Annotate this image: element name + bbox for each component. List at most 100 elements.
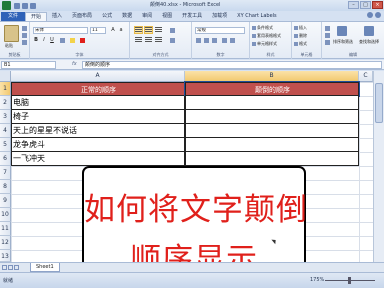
save-icon[interactable] xyxy=(14,2,20,9)
row-header[interactable]: 9 xyxy=(0,194,11,208)
format-cells-button[interactable]: 格式 xyxy=(294,41,307,47)
table-cell[interactable]: 天上的星星不说话 xyxy=(11,124,185,138)
format-as-table-button[interactable]: 套用表格格式 xyxy=(252,33,281,39)
number-format-combo[interactable]: 常规 xyxy=(195,27,245,34)
maximize-button[interactable]: □ xyxy=(360,1,371,9)
sheet-tab-1[interactable]: Sheet1 xyxy=(30,263,60,272)
font-size-combo[interactable]: 11 xyxy=(90,27,106,34)
table-cell[interactable] xyxy=(185,138,359,152)
find-select-icon[interactable] xyxy=(364,26,374,36)
wrap-text-icon[interactable] xyxy=(170,28,175,33)
row-header[interactable]: 1 xyxy=(0,82,11,96)
redo-icon[interactable] xyxy=(30,2,36,9)
tab-file[interactable]: 文件 xyxy=(1,12,26,21)
fill-color-icon[interactable] xyxy=(70,38,75,43)
row-header[interactable]: 2 xyxy=(0,96,11,110)
conditional-formatting-button[interactable]: 条件格式 xyxy=(252,25,273,31)
tab-formulas[interactable]: 公式 xyxy=(97,12,117,21)
merge-center-icon[interactable] xyxy=(170,38,175,43)
shrink-font-icon[interactable]: a xyxy=(118,27,124,33)
font-color-icon[interactable] xyxy=(80,38,85,43)
undo-icon[interactable] xyxy=(22,2,28,9)
formula-input[interactable]: 颠倒的顺序 xyxy=(82,61,382,69)
row-header[interactable]: 10 xyxy=(0,208,11,222)
name-box[interactable]: B1 xyxy=(1,61,56,69)
row-header[interactable]: 4 xyxy=(0,124,11,138)
table-cell[interactable] xyxy=(185,124,359,138)
percent-icon[interactable] xyxy=(204,38,209,43)
tab-addins[interactable]: 加载项 xyxy=(207,12,232,21)
vertical-scrollbar[interactable] xyxy=(373,71,384,262)
row-header[interactable]: 11 xyxy=(0,222,11,236)
insert-cells-button[interactable]: 插入 xyxy=(294,25,307,31)
row-header[interactable]: 7 xyxy=(0,166,11,180)
tab-review[interactable]: 审阅 xyxy=(137,12,157,21)
font-name-combo[interactable]: 宋体 xyxy=(33,27,88,34)
table-cell[interactable] xyxy=(185,96,359,110)
select-all-corner[interactable] xyxy=(0,71,11,82)
zoom-slider-knob[interactable] xyxy=(348,277,351,284)
close-button[interactable]: × xyxy=(372,1,383,9)
bold-icon[interactable]: B xyxy=(33,37,39,43)
bottom-align-icon[interactable] xyxy=(155,27,162,33)
fill-icon[interactable] xyxy=(325,33,330,38)
table-header-reversed[interactable]: 颠倒的顺序 xyxy=(184,81,360,97)
tab-data[interactable]: 数据 xyxy=(117,12,137,21)
clear-icon[interactable] xyxy=(325,40,330,45)
first-sheet-icon[interactable] xyxy=(2,265,7,270)
border-icon[interactable] xyxy=(60,38,65,43)
prev-sheet-icon[interactable] xyxy=(8,265,13,270)
column-header-b[interactable]: B xyxy=(185,71,359,82)
tab-insert[interactable]: 插入 xyxy=(47,12,67,21)
tab-developer[interactable]: 开发工具 xyxy=(177,12,207,21)
top-align-icon[interactable] xyxy=(134,26,143,34)
row-header[interactable]: 6 xyxy=(0,152,11,166)
autosum-icon[interactable] xyxy=(325,26,330,31)
tab-xy-chart-labels[interactable]: XY Chart Labels xyxy=(232,12,282,21)
row-header[interactable]: 8 xyxy=(0,180,11,194)
middle-align-icon[interactable] xyxy=(144,26,153,34)
delete-cells-button[interactable]: 删除 xyxy=(294,33,307,39)
column-header-a[interactable]: A xyxy=(11,71,185,82)
format-painter-icon[interactable] xyxy=(22,40,27,45)
tab-page-layout[interactable]: 页面布局 xyxy=(67,12,97,21)
row-header[interactable]: 3 xyxy=(0,110,11,124)
scrollbar-thumb[interactable] xyxy=(375,83,383,123)
help-icon[interactable] xyxy=(375,12,381,18)
increase-decimal-icon[interactable] xyxy=(222,38,227,43)
column-header-c[interactable]: C xyxy=(359,71,373,82)
align-center-icon[interactable] xyxy=(145,37,152,43)
grow-font-icon[interactable]: A xyxy=(110,27,116,33)
cut-icon[interactable] xyxy=(22,26,27,31)
table-cell[interactable] xyxy=(185,110,359,124)
table-cell[interactable]: 一飞冲天 xyxy=(11,152,185,166)
decrease-decimal-icon[interactable] xyxy=(230,38,235,43)
row-header[interactable]: 12 xyxy=(0,236,11,250)
zoom-level[interactable]: 175% xyxy=(310,277,324,283)
insert-function-icon[interactable]: fx xyxy=(72,61,77,67)
currency-icon[interactable] xyxy=(196,38,201,43)
minimize-ribbon-icon[interactable] xyxy=(367,12,373,18)
copy-icon[interactable] xyxy=(22,33,27,38)
table-cell[interactable]: 电脑 xyxy=(11,96,185,110)
sort-filter-icon[interactable] xyxy=(337,26,347,36)
italic-icon[interactable]: I xyxy=(41,37,47,43)
table-cell[interactable]: 椅子 xyxy=(11,110,185,124)
minimize-button[interactable]: – xyxy=(348,1,359,9)
sort-filter-label[interactable]: 排序和筛选 xyxy=(333,39,353,45)
underline-icon[interactable]: U xyxy=(49,37,55,43)
table-cell[interactable] xyxy=(185,152,359,166)
find-select-label[interactable]: 查找和选择 xyxy=(359,39,379,45)
table-cell[interactable]: 龙争虎斗 xyxy=(11,138,185,152)
paste-icon[interactable] xyxy=(4,25,19,42)
tab-home[interactable]: 开始 xyxy=(25,12,48,21)
next-sheet-icon[interactable] xyxy=(14,265,19,270)
row-header[interactable]: 5 xyxy=(0,138,11,152)
align-right-icon[interactable] xyxy=(155,37,162,43)
row-header[interactable]: 13 xyxy=(0,250,11,262)
tab-view[interactable]: 视图 xyxy=(157,12,177,21)
cell-styles-button[interactable]: 单元格样式 xyxy=(252,41,277,47)
align-left-icon[interactable] xyxy=(135,37,142,43)
table-header-normal[interactable]: 正常的顺序 xyxy=(11,82,185,96)
comma-icon[interactable] xyxy=(212,38,217,43)
